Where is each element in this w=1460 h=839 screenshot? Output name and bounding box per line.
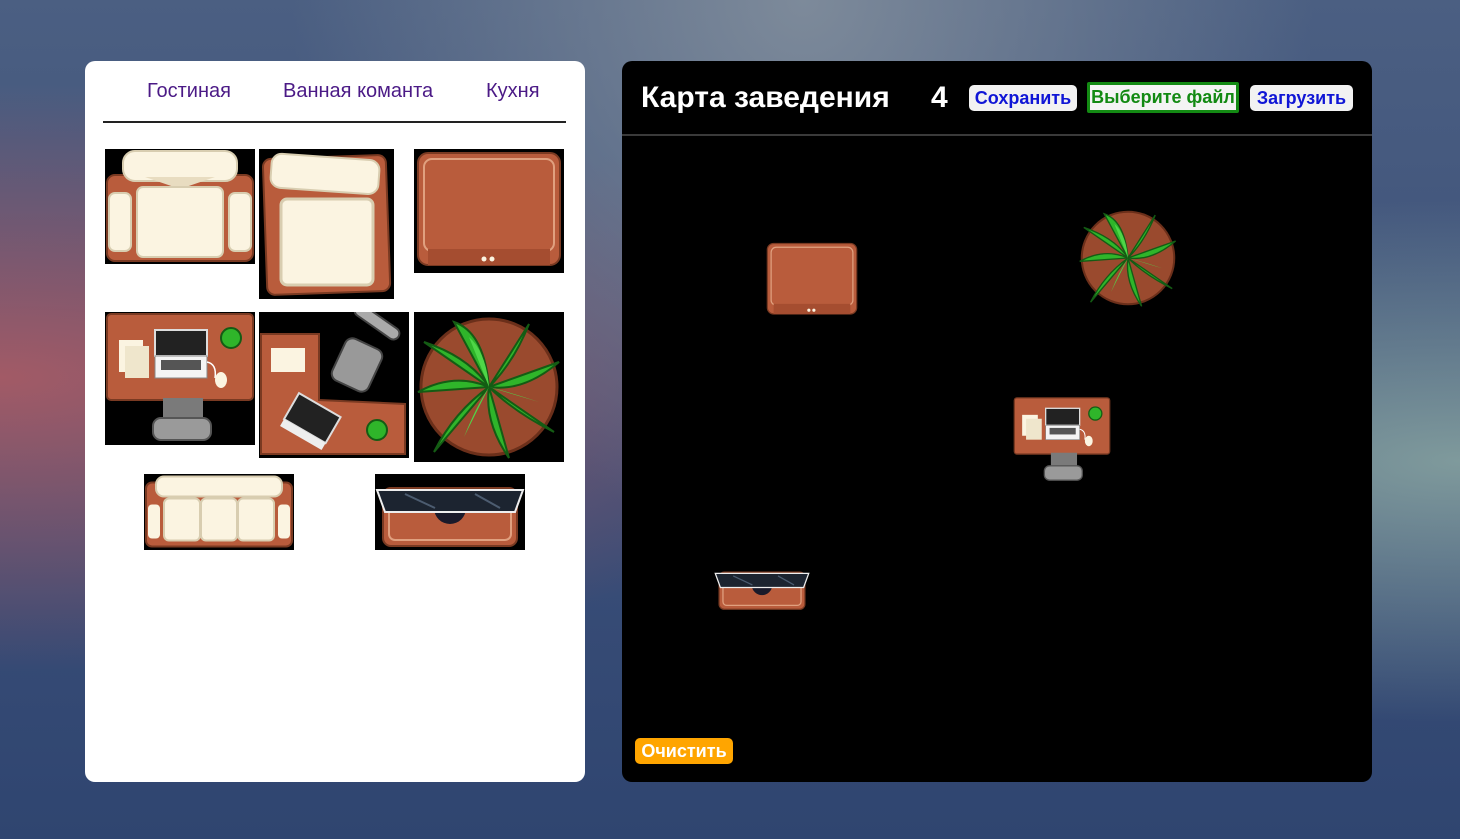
table-icon bbox=[414, 149, 564, 273]
map-header: Карта заведения 4 Сохранить Выберите фай… bbox=[622, 61, 1372, 136]
corner-desk-icon bbox=[259, 312, 409, 458]
catalog-item-table[interactable] bbox=[414, 149, 564, 273]
catalog-item-tv-stand[interactable] bbox=[375, 474, 525, 550]
plant-icon bbox=[414, 312, 564, 462]
sofa-icon bbox=[144, 474, 294, 550]
room-tabs: Гостиная Ванная команта Кухня bbox=[103, 61, 566, 123]
catalog-item-sofa[interactable] bbox=[144, 474, 294, 550]
furniture-catalog-panel: Гостиная Ванная команта Кухня bbox=[85, 61, 585, 782]
tv-stand-icon bbox=[375, 474, 525, 550]
clear-button[interactable]: Очистить bbox=[635, 738, 733, 764]
save-button[interactable]: Сохранить bbox=[969, 85, 1077, 111]
load-button[interactable]: Загрузить bbox=[1250, 85, 1353, 111]
table-icon bbox=[764, 241, 860, 319]
choose-file-button[interactable]: Выберите файл bbox=[1087, 82, 1239, 113]
placed-item-plant[interactable] bbox=[1077, 207, 1179, 309]
tv-stand-icon bbox=[714, 563, 810, 612]
venue-map-panel: Карта заведения 4 Сохранить Выберите фай… bbox=[622, 61, 1372, 782]
desk-with-laptop-icon bbox=[1013, 396, 1111, 484]
catalog-item-corner-desk[interactable] bbox=[259, 312, 409, 458]
placed-item-table[interactable] bbox=[764, 241, 860, 319]
item-count: 4 bbox=[931, 81, 948, 114]
tab-kitchen[interactable]: Кухня bbox=[486, 80, 540, 103]
tab-living-room[interactable]: Гостиная bbox=[147, 80, 231, 103]
catalog-item-desk[interactable] bbox=[105, 312, 255, 445]
armchair-rotated-icon bbox=[259, 149, 394, 299]
catalog-item-armchair-rotated[interactable] bbox=[259, 149, 394, 299]
catalog-item-plant[interactable] bbox=[414, 312, 564, 462]
tab-bathroom[interactable]: Ванная команта bbox=[283, 80, 433, 103]
desk-with-laptop-icon bbox=[105, 312, 255, 445]
catalog-item-armchair[interactable] bbox=[105, 149, 255, 264]
placed-item-tv-stand[interactable] bbox=[714, 563, 810, 612]
plant-icon bbox=[1077, 207, 1179, 309]
map-title: Карта заведения bbox=[641, 81, 890, 114]
armchair-icon bbox=[105, 149, 255, 264]
placed-item-desk[interactable] bbox=[1013, 396, 1111, 484]
